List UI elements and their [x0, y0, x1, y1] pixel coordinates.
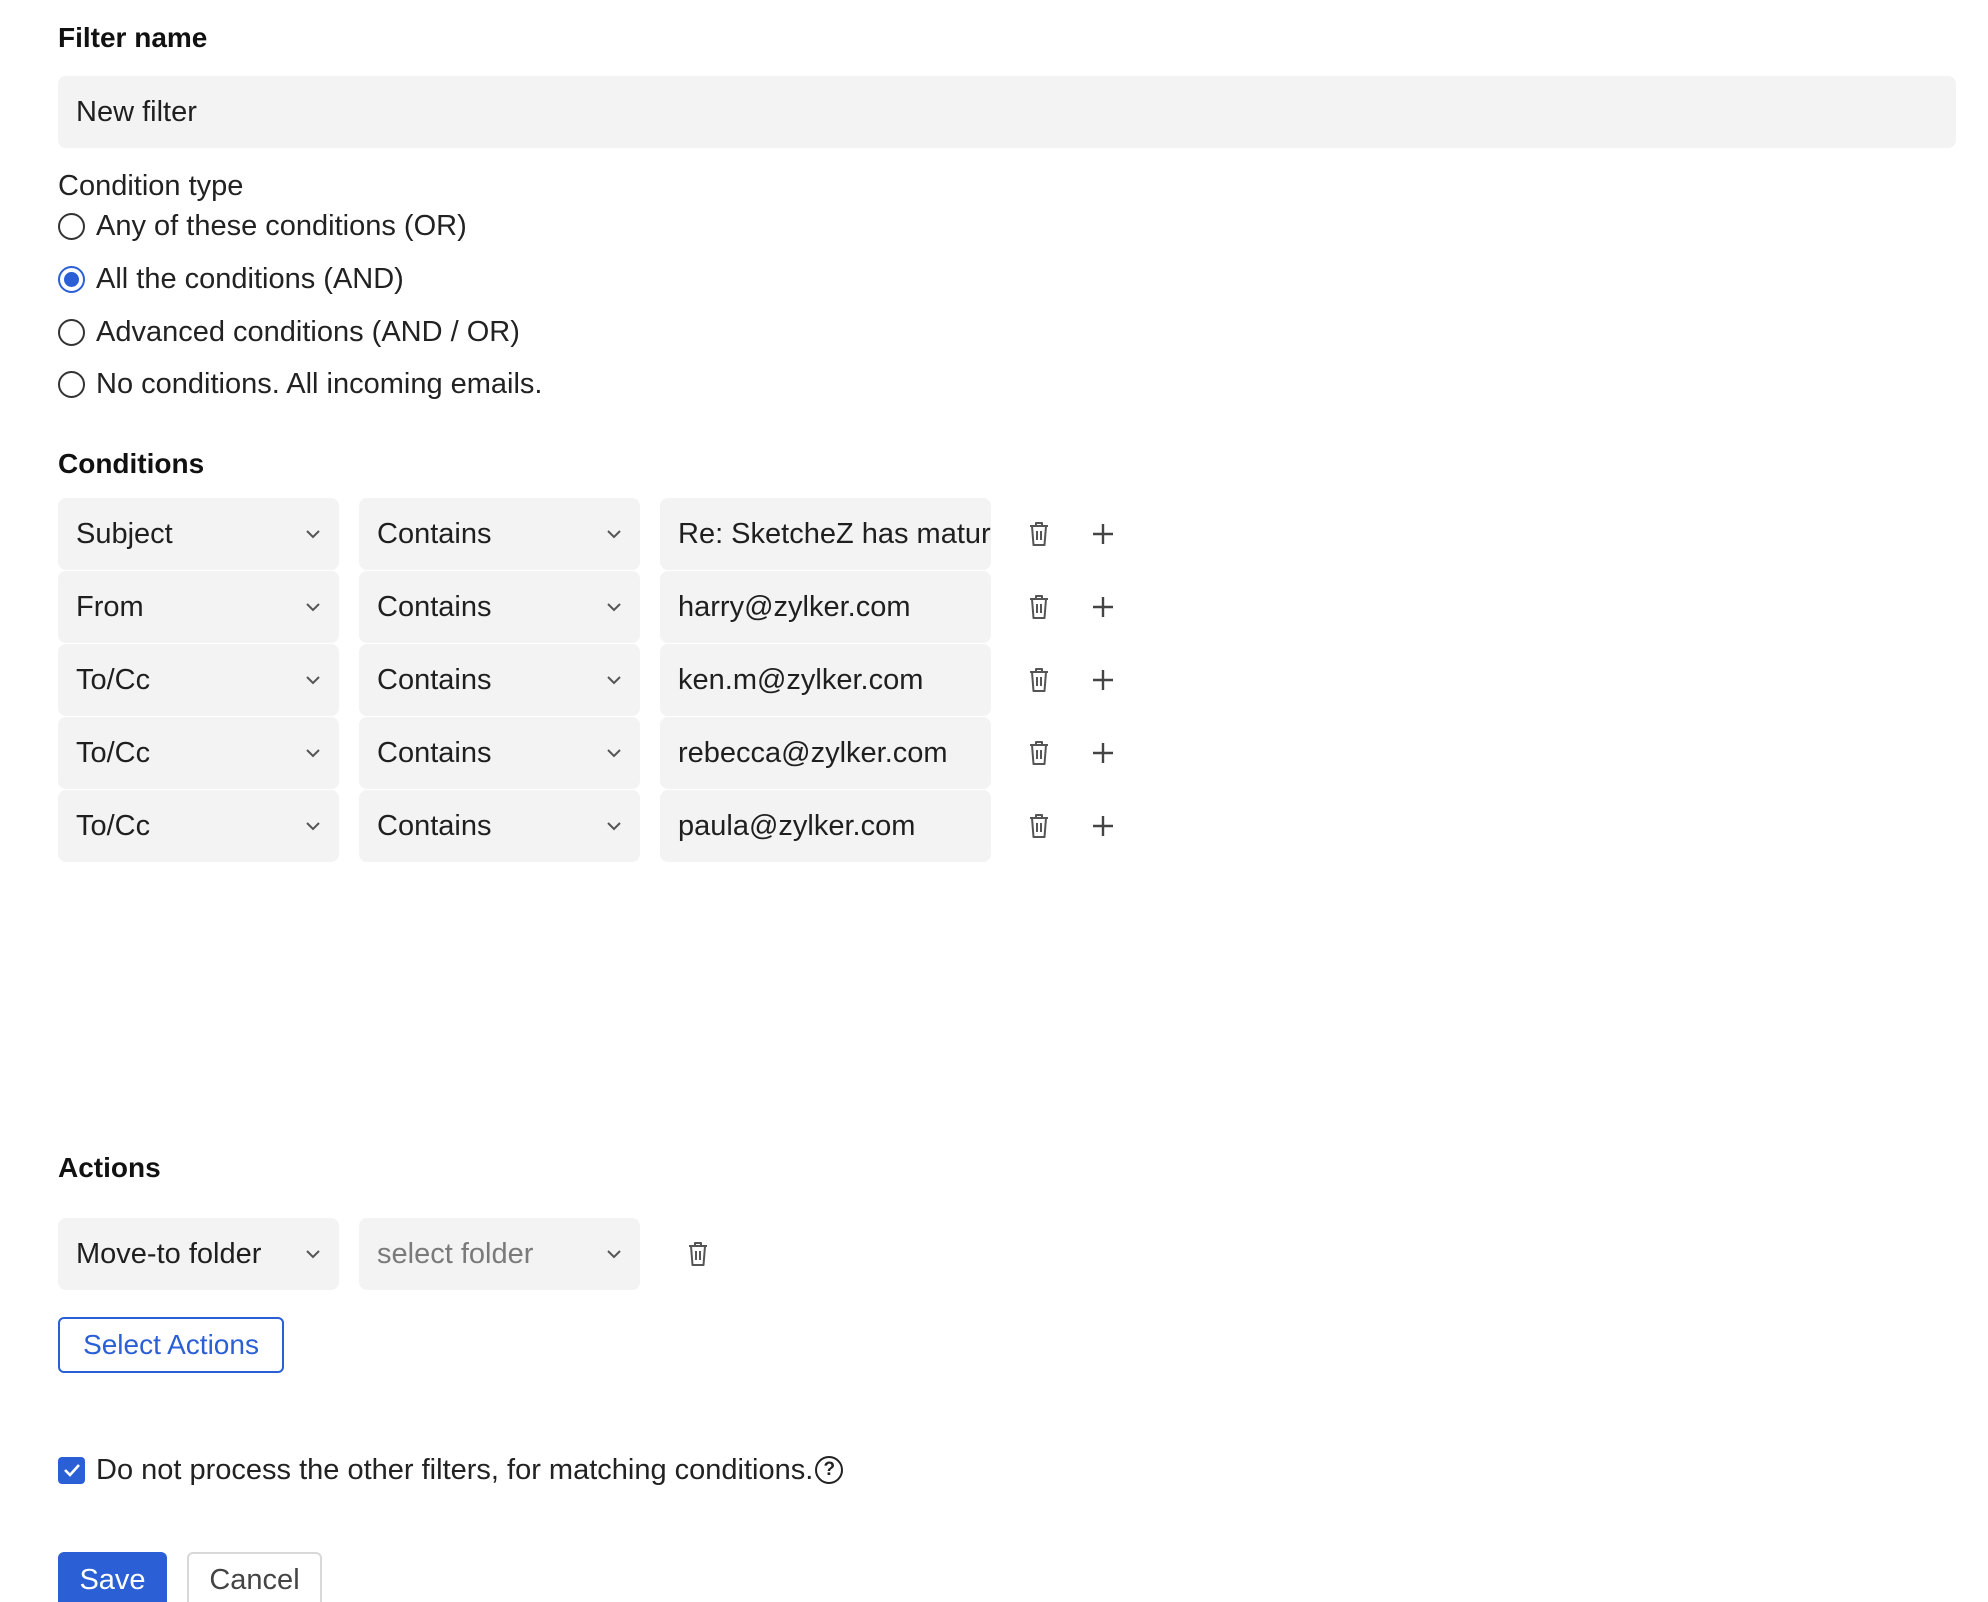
condition-value-input[interactable]: harry@zylker.com — [660, 571, 991, 643]
help-icon[interactable]: ? — [815, 1456, 844, 1484]
condition-type-option-advanced[interactable]: Advanced conditions (AND / OR) — [58, 312, 520, 352]
chevron-down-icon — [607, 530, 621, 539]
condition-type-option-and[interactable]: All the conditions (AND) — [58, 259, 404, 299]
condition-operator-select[interactable]: Contains — [359, 498, 640, 570]
conditions-label: Conditions — [58, 448, 205, 479]
chevron-down-icon — [607, 676, 621, 685]
folder-select[interactable]: select folder — [359, 1218, 640, 1290]
filter-name-input[interactable]: New filter — [58, 76, 1956, 148]
select-value: Contains — [377, 590, 492, 623]
select-actions-button[interactable]: Select Actions — [58, 1317, 284, 1373]
condition-operator-select[interactable]: Contains — [359, 644, 640, 716]
chevron-down-icon — [607, 822, 621, 831]
condition-row: From Contains harry@zylker.com — [58, 571, 1123, 643]
condition-row: To/Cc Contains paula@zylker.com — [58, 790, 1123, 862]
plus-icon[interactable] — [1083, 514, 1123, 554]
radio-button[interactable] — [58, 265, 85, 293]
condition-row: To/Cc Contains rebecca@zylker.com — [58, 717, 1123, 789]
radio-label: All the conditions (AND) — [96, 262, 404, 295]
trash-icon[interactable] — [678, 1234, 718, 1274]
select-value: Contains — [377, 809, 492, 842]
condition-type-option-or[interactable]: Any of these conditions (OR) — [58, 206, 467, 246]
select-value: Contains — [377, 517, 492, 550]
chevron-down-icon — [306, 822, 320, 831]
condition-operator-select[interactable]: Contains — [359, 571, 640, 643]
radio-label: Advanced conditions (AND / OR) — [96, 315, 520, 348]
select-value: From — [76, 590, 144, 623]
trash-icon[interactable] — [1019, 806, 1059, 846]
condition-value-input[interactable]: paula@zylker.com — [660, 790, 991, 862]
save-button[interactable]: Save — [58, 1552, 167, 1602]
radio-button[interactable] — [58, 212, 85, 240]
trash-icon[interactable] — [1019, 660, 1059, 700]
filter-name-label: Filter name — [58, 22, 208, 53]
condition-value-input[interactable]: ken.m@zylker.com — [660, 644, 991, 716]
chevron-down-icon — [306, 749, 320, 758]
condition-type-option-none[interactable]: No conditions. All incoming emails. — [58, 364, 542, 404]
condition-operator-select[interactable]: Contains — [359, 790, 640, 862]
select-value: To/Cc — [76, 809, 151, 842]
condition-type-label: Condition type — [58, 170, 244, 202]
radio-label: No conditions. All incoming emails. — [96, 367, 543, 400]
chevron-down-icon — [607, 1250, 621, 1259]
condition-field-select[interactable]: To/Cc — [58, 717, 339, 789]
trash-icon[interactable] — [1019, 514, 1059, 554]
select-value: Move-to folder — [76, 1237, 262, 1270]
chevron-down-icon — [306, 603, 320, 612]
condition-operator-select[interactable]: Contains — [359, 717, 640, 789]
chevron-down-icon — [607, 603, 621, 612]
cancel-button[interactable]: Cancel — [187, 1552, 322, 1602]
condition-value-input[interactable]: rebecca@zylker.com — [660, 717, 991, 789]
radio-button[interactable] — [58, 370, 85, 398]
condition-field-select[interactable]: From — [58, 571, 339, 643]
plus-icon[interactable] — [1083, 587, 1123, 627]
condition-row: Subject Contains Re: SketcheZ has mature — [58, 498, 1123, 570]
filter-editor: Filter name New filter Condition type An… — [0, 0, 1988, 1602]
chevron-down-icon — [306, 676, 320, 685]
select-value: To/Cc — [76, 736, 151, 769]
plus-icon[interactable] — [1083, 733, 1123, 773]
select-value: To/Cc — [76, 663, 151, 696]
condition-field-select[interactable]: Subject — [58, 498, 339, 570]
condition-value-input[interactable]: Re: SketcheZ has mature — [660, 498, 991, 570]
chevron-down-icon — [306, 1250, 320, 1259]
trash-icon[interactable] — [1019, 587, 1059, 627]
condition-row: To/Cc Contains ken.m@zylker.com — [58, 644, 1123, 716]
action-row: Move-to folder select folder — [58, 1218, 718, 1290]
action-type-select[interactable]: Move-to folder — [58, 1218, 339, 1290]
trash-icon[interactable] — [1019, 733, 1059, 773]
radio-label: Any of these conditions (OR) — [96, 209, 467, 242]
condition-field-select[interactable]: To/Cc — [58, 644, 339, 716]
radio-button[interactable] — [58, 318, 85, 346]
plus-icon[interactable] — [1083, 806, 1123, 846]
stop-processing-option: Do not process the other filters, for ma… — [58, 1450, 844, 1490]
stop-processing-checkbox[interactable] — [58, 1456, 85, 1484]
select-value: Contains — [377, 736, 492, 769]
chevron-down-icon — [306, 530, 320, 539]
select-placeholder: select folder — [377, 1237, 534, 1270]
plus-icon[interactable] — [1083, 660, 1123, 700]
select-value: Subject — [76, 517, 173, 550]
actions-label: Actions — [58, 1152, 161, 1183]
stop-processing-label: Do not process the other filters, for ma… — [96, 1453, 814, 1486]
condition-field-select[interactable]: To/Cc — [58, 790, 339, 862]
checkmark-icon — [63, 1464, 80, 1477]
select-value: Contains — [377, 663, 492, 696]
chevron-down-icon — [607, 749, 621, 758]
